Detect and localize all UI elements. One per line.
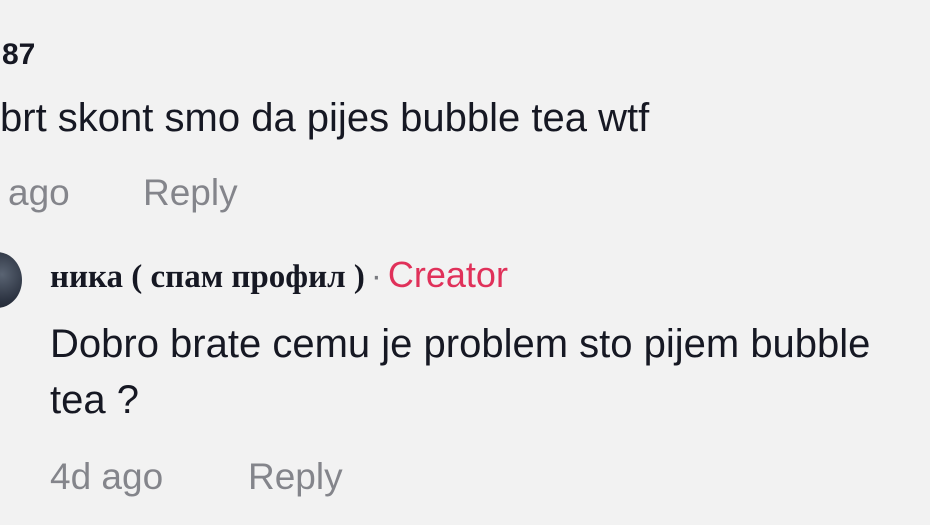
comment-text: brt skont smo da pijes bubble tea wtf <box>0 96 650 140</box>
comment-username[interactable]: 87 <box>2 38 35 72</box>
avatar[interactable] <box>0 252 22 308</box>
creator-badge: Creator <box>387 254 508 295</box>
reply-timestamp: 4d ago <box>50 456 164 497</box>
reply-username[interactable]: ника ( спам профил ) <box>50 259 365 295</box>
comment-timestamp: ago <box>8 172 70 213</box>
reply-separator: · <box>370 257 382 294</box>
reply-author-row: ника ( спам профил ) · Creator <box>50 254 508 296</box>
reply-text: Dobro brate cemu je problem sto pijem bu… <box>50 322 871 422</box>
reply-reply-button[interactable]: Reply <box>248 456 343 498</box>
comment-reply-button[interactable]: Reply <box>143 172 238 214</box>
